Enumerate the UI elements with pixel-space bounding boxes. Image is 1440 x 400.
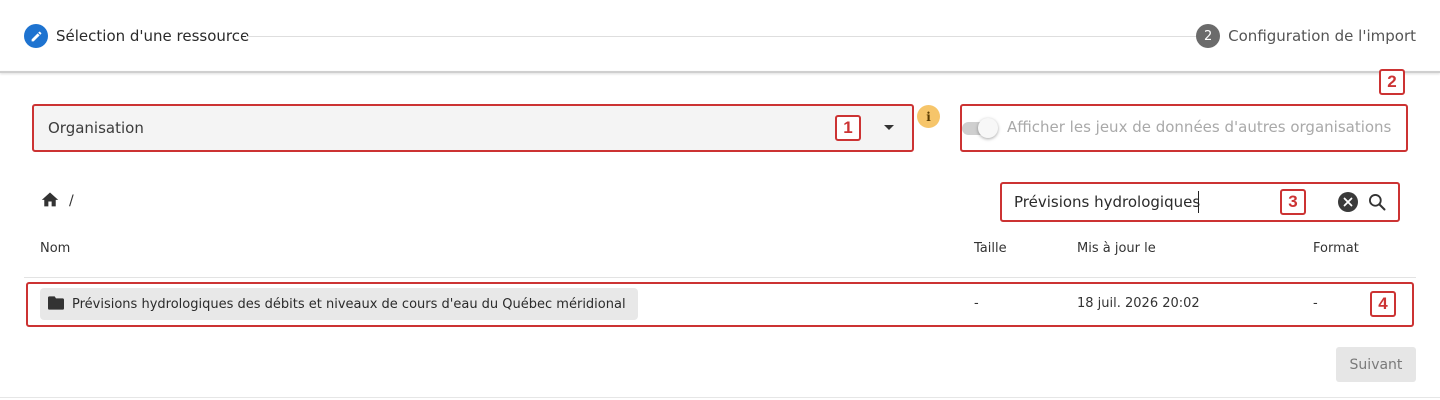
annotation-box-3 <box>1000 182 1400 222</box>
annotation-number-1: 1 <box>835 115 861 141</box>
step-configuration[interactable]: 2 Configuration de l'import <box>1196 24 1416 48</box>
annotation-box-2 <box>960 104 1408 152</box>
annotation-box-1 <box>32 104 914 152</box>
breadcrumb-separator: / <box>69 193 74 209</box>
breadcrumb: / <box>40 191 74 211</box>
bottom-divider <box>0 397 1440 398</box>
info-icon[interactable]: i <box>917 105 940 128</box>
stepper: Sélection d'une ressource 2 Configuratio… <box>0 0 1440 72</box>
table-divider <box>24 277 1416 278</box>
home-icon[interactable] <box>40 190 60 212</box>
step-configuration-label: Configuration de l'import <box>1228 27 1416 45</box>
step-selection[interactable]: Sélection d'une ressource <box>24 24 249 48</box>
step-selection-label: Sélection d'une ressource <box>56 27 250 45</box>
annotation-number-4: 4 <box>1370 291 1396 317</box>
stepper-divider <box>0 71 1440 73</box>
pencil-icon <box>24 24 48 48</box>
step-number-badge: 2 <box>1196 24 1221 48</box>
column-header-updated[interactable]: Mis à jour le <box>1077 241 1156 256</box>
step-connector <box>246 36 1198 37</box>
annotation-number-3: 3 <box>1280 189 1306 215</box>
column-header-name[interactable]: Nom <box>40 241 70 256</box>
annotation-number-2: 2 <box>1379 69 1405 95</box>
annotation-box-4 <box>26 282 1414 327</box>
next-button[interactable]: Suivant <box>1336 347 1416 382</box>
column-header-size[interactable]: Taille <box>974 241 1007 256</box>
column-header-format[interactable]: Format <box>1313 241 1359 256</box>
